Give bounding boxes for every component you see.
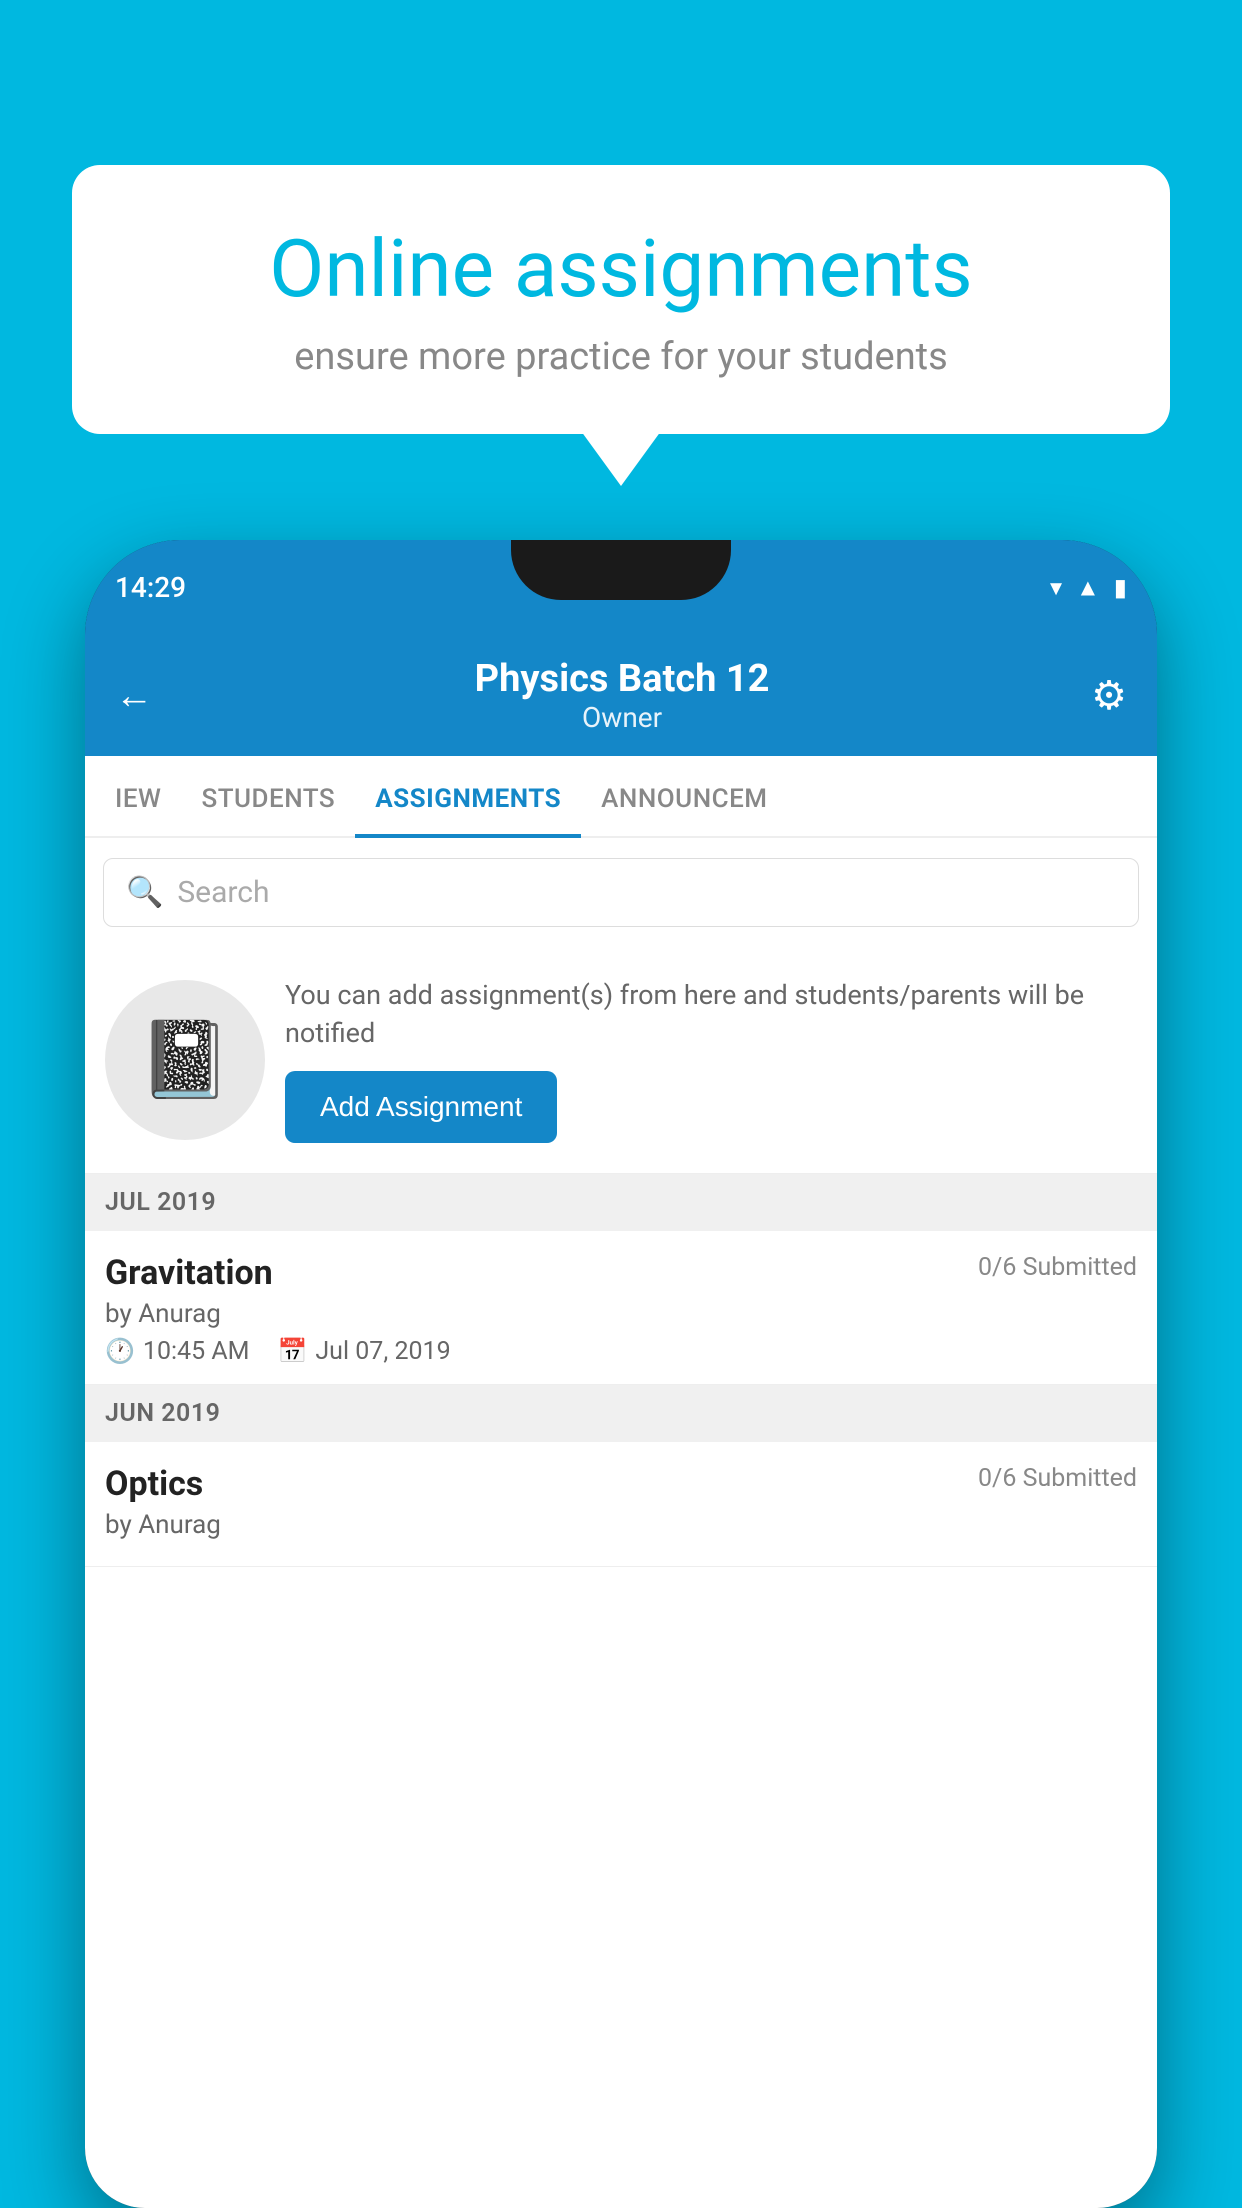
assignment-name-optics: Optics xyxy=(105,1464,203,1504)
assignment-submitted: 0/6 Submitted xyxy=(978,1253,1137,1282)
header-center: Physics Batch 12 Owner xyxy=(153,657,1091,734)
header-subtitle: Owner xyxy=(153,701,1091,734)
gear-icon[interactable]: ⚙ xyxy=(1091,672,1127,719)
tab-assignments[interactable]: ASSIGNMENTS xyxy=(355,756,581,836)
search-container: 🔍 Search xyxy=(85,838,1157,947)
date-value: Jul 07, 2019 xyxy=(315,1337,450,1366)
assignment-by-optics: by Anurag xyxy=(105,1510,1137,1540)
phone-screen: ← Physics Batch 12 Owner ⚙ IEW STUDENTS … xyxy=(85,635,1157,2208)
notebook-icon: 📓 xyxy=(138,1016,231,1104)
assignment-time: 🕐 10:45 AM xyxy=(105,1337,249,1366)
status-bar: 14:29 ▾ ▲ ▮ xyxy=(85,540,1157,635)
assignment-by: by Anurag xyxy=(105,1299,1137,1329)
status-time: 14:29 xyxy=(115,571,186,604)
bubble-title: Online assignments xyxy=(142,225,1100,313)
assignment-icon-circle: 📓 xyxy=(105,980,265,1140)
search-icon: 🔍 xyxy=(126,875,163,910)
assignment-meta: 🕐 10:45 AM 📅 Jul 07, 2019 xyxy=(105,1337,1137,1366)
tab-announcements[interactable]: ANNOUNCEM xyxy=(581,756,787,836)
time-value: 10:45 AM xyxy=(143,1337,250,1366)
section-header-jul: JUL 2019 xyxy=(85,1174,1157,1231)
assignment-submitted-optics: 0/6 Submitted xyxy=(978,1464,1137,1493)
speech-bubble-card: Online assignments ensure more practice … xyxy=(72,165,1170,434)
section-header-jun: JUN 2019 xyxy=(85,1385,1157,1442)
signal-icon: ▲ xyxy=(1076,573,1100,602)
phone-frame: 14:29 ▾ ▲ ▮ ← Physics Batch 12 Owner ⚙ I… xyxy=(85,540,1157,2208)
calendar-icon: 📅 xyxy=(277,1337,307,1365)
promo-box: 📓 You can add assignment(s) from here an… xyxy=(85,947,1157,1174)
bubble-subtitle: ensure more practice for your students xyxy=(142,335,1100,379)
assignment-date: 📅 Jul 07, 2019 xyxy=(277,1337,450,1366)
app-header: ← Physics Batch 12 Owner ⚙ xyxy=(85,635,1157,756)
promo-description: You can add assignment(s) from here and … xyxy=(285,977,1137,1053)
promo-right: You can add assignment(s) from here and … xyxy=(285,977,1137,1143)
back-button[interactable]: ← xyxy=(115,674,153,718)
add-assignment-button[interactable]: Add Assignment xyxy=(285,1071,557,1143)
tab-iew[interactable]: IEW xyxy=(95,756,181,836)
battery-icon: ▮ xyxy=(1114,574,1127,602)
tabs-bar: IEW STUDENTS ASSIGNMENTS ANNOUNCEM xyxy=(85,756,1157,838)
search-bar[interactable]: 🔍 Search xyxy=(103,858,1139,927)
tab-students[interactable]: STUDENTS xyxy=(181,756,355,836)
clock-icon: 🕐 xyxy=(105,1337,135,1365)
assignment-item-gravitation[interactable]: Gravitation 0/6 Submitted by Anurag 🕐 10… xyxy=(85,1231,1157,1385)
status-icons: ▾ ▲ ▮ xyxy=(1050,573,1127,602)
wifi-icon: ▾ xyxy=(1050,574,1062,602)
search-placeholder: Search xyxy=(177,875,269,910)
header-title: Physics Batch 12 xyxy=(153,657,1091,701)
assignment-item-optics[interactable]: Optics 0/6 Submitted by Anurag xyxy=(85,1442,1157,1567)
assignment-name: Gravitation xyxy=(105,1253,273,1293)
